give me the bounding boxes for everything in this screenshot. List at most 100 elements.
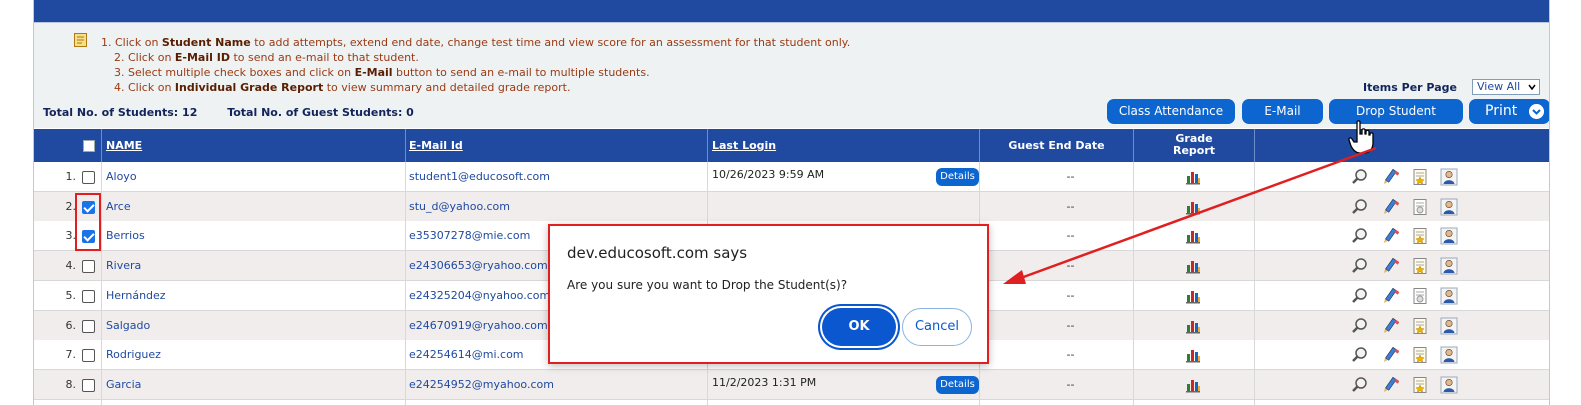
row-number: 1. <box>65 170 77 183</box>
pencil-icon[interactable] <box>1381 376 1400 394</box>
row-checkbox[interactable] <box>82 349 95 363</box>
row-checkbox[interactable] <box>82 171 95 184</box>
magnifier-icon[interactable] <box>1351 287 1369 305</box>
document-icon[interactable] <box>1411 198 1429 216</box>
totals-bar: Total No. of Students: 12 Total No. of G… <box>43 106 440 119</box>
student-name-link[interactable]: Aloyo <box>106 162 137 192</box>
row-checkbox[interactable] <box>82 378 95 392</box>
bar-chart-icon[interactable] <box>1185 169 1201 185</box>
pencil-icon[interactable] <box>1381 227 1400 245</box>
select-all-checkbox[interactable] <box>83 140 95 152</box>
cancel-button[interactable]: Cancel <box>902 308 972 346</box>
checkbox-highlight-box <box>75 193 101 251</box>
column-header-email[interactable]: E-Mail Id <box>409 129 463 162</box>
user-icon[interactable] <box>1440 376 1458 394</box>
magnifier-icon[interactable] <box>1351 317 1369 335</box>
hand-cursor-icon <box>1348 120 1374 154</box>
student-name-link[interactable]: Arce <box>106 192 131 222</box>
bar-chart-icon[interactable] <box>1185 199 1201 215</box>
student-email-link[interactable]: e35307278@mie.com <box>409 221 530 251</box>
student-name-link[interactable]: Garcia <box>106 370 141 400</box>
column-header-name[interactable]: NAME <box>106 129 142 162</box>
pencil-icon[interactable] <box>1381 257 1400 275</box>
document-icon[interactable] <box>1411 376 1429 394</box>
guest-end-date: -- <box>1066 199 1075 213</box>
bar-chart-icon[interactable] <box>1185 228 1201 244</box>
print-button[interactable]: Print <box>1469 99 1549 124</box>
pencil-icon[interactable] <box>1381 346 1400 364</box>
document-icon[interactable] <box>1411 346 1429 364</box>
instructions-list: 1. Click on Student Name to add attempts… <box>101 35 850 95</box>
pencil-icon[interactable] <box>1381 287 1400 305</box>
student-name-link[interactable]: Salgado <box>106 311 150 341</box>
dialog-title: dev.educosoft.com says <box>567 244 748 262</box>
student-email-link[interactable]: e24325204@nyahoo.com <box>409 281 550 311</box>
user-icon[interactable] <box>1440 287 1458 305</box>
user-icon[interactable] <box>1440 168 1458 186</box>
student-email-link[interactable]: e24254952@myahoo.com <box>409 370 554 400</box>
row-number: 6. <box>65 318 77 332</box>
pencil-icon[interactable] <box>1381 317 1400 335</box>
magnifier-icon[interactable] <box>1351 376 1369 394</box>
magnifier-icon[interactable] <box>1351 168 1369 186</box>
document-icon[interactable] <box>1411 257 1429 275</box>
items-per-page-select[interactable]: View All <box>1472 79 1540 95</box>
row-checkbox[interactable] <box>82 260 95 274</box>
student-email-link[interactable]: e24306653@ryahoo.com <box>409 251 548 281</box>
top-banner <box>34 0 1549 22</box>
details-button[interactable]: Details <box>936 375 979 394</box>
email-button[interactable]: E-Mail <box>1242 99 1323 124</box>
table-header: NAME E-Mail Id Last Login Guest End Date… <box>34 129 1549 162</box>
table-row: 2. Arce stu_d@yahoo.com -- <box>34 191 1549 222</box>
bar-chart-icon[interactable] <box>1185 318 1201 334</box>
column-header-guest-end-date: Guest End Date <box>1008 139 1105 152</box>
column-header-last-login[interactable]: Last Login <box>712 129 776 162</box>
student-email-link[interactable]: stu_d@yahoo.com <box>409 192 510 222</box>
bar-chart-icon[interactable] <box>1185 377 1201 393</box>
instruction-item: 3. Select multiple check boxes and click… <box>114 66 650 79</box>
document-icon[interactable] <box>1411 168 1429 186</box>
last-login: 11/2/2023 1:31 PM <box>712 375 817 389</box>
student-name-link[interactable]: Rivera <box>106 251 141 281</box>
pencil-icon[interactable] <box>1381 198 1400 216</box>
user-icon[interactable] <box>1440 198 1458 216</box>
document-icon[interactable] <box>1411 227 1429 245</box>
row-checkbox[interactable] <box>82 319 95 333</box>
pencil-icon[interactable] <box>1381 168 1400 186</box>
student-email-link[interactable]: student1@educosoft.com <box>409 162 550 192</box>
guest-end-date: -- <box>1066 170 1075 183</box>
bar-chart-icon[interactable] <box>1185 258 1201 274</box>
details-button[interactable]: Details <box>936 168 979 186</box>
student-name-link[interactable]: Rodriguez <box>106 340 161 370</box>
magnifier-icon[interactable] <box>1351 227 1369 245</box>
chevron-down-icon <box>1528 84 1536 91</box>
student-email-link[interactable]: e24254614@mi.com <box>409 340 524 370</box>
row-number: 2. <box>65 199 77 213</box>
user-icon[interactable] <box>1440 317 1458 335</box>
user-icon[interactable] <box>1440 227 1458 245</box>
bar-chart-icon[interactable] <box>1185 288 1201 304</box>
ok-button[interactable]: OK <box>822 308 896 346</box>
class-attendance-button[interactable]: Class Attendance <box>1107 99 1235 124</box>
student-name-link[interactable]: Hernández <box>106 281 166 311</box>
row-number: 3. <box>65 229 77 243</box>
row-number: 5. <box>65 288 77 302</box>
document-icon[interactable] <box>1411 317 1429 335</box>
magnifier-icon[interactable] <box>1351 198 1369 216</box>
row-checkbox[interactable] <box>82 289 95 303</box>
user-icon[interactable] <box>1440 257 1458 275</box>
student-name-link[interactable]: Berrios <box>106 221 145 251</box>
last-login: 10/26/2023 9:59 AM <box>712 168 825 181</box>
user-icon[interactable] <box>1440 346 1458 364</box>
guest-end-date: -- <box>1066 229 1075 243</box>
magnifier-icon[interactable] <box>1351 257 1369 275</box>
magnifier-icon[interactable] <box>1351 346 1369 364</box>
bar-chart-icon[interactable] <box>1185 347 1201 363</box>
document-icon[interactable] <box>1411 287 1429 305</box>
guest-end-date: -- <box>1066 288 1075 302</box>
row-number: 8. <box>65 377 77 391</box>
grade-header-line: Report <box>1172 144 1216 157</box>
student-email-link[interactable]: e24670919@ryahoo.com <box>409 311 548 341</box>
total-students: Total No. of Students: 12 <box>43 106 198 119</box>
table-row: 1. Aloyo student1@educosoft.com 10/26/2023 … <box>34 162 1549 192</box>
